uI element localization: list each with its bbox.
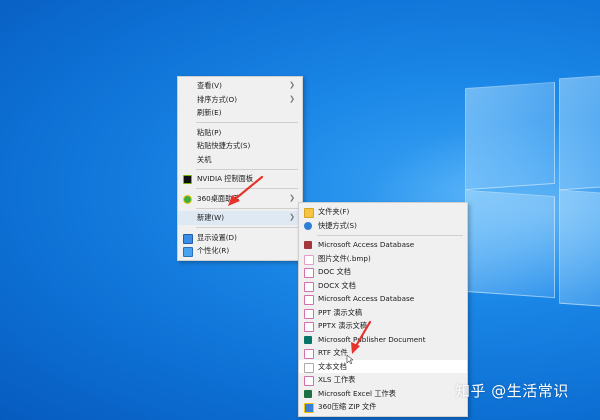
logo-pane-top-left: [465, 81, 555, 191]
submenu-item-label: Microsoft Access Database: [318, 294, 415, 303]
menu-item-360-desktop[interactable]: 360桌面助手 ❯: [178, 192, 302, 206]
publisher-icon: [304, 335, 312, 344]
new-submenu: 文件夹(F) 快捷方式(S) Microsoft Access Database…: [298, 202, 468, 417]
submenu-item-label: DOCX 文档: [318, 280, 356, 290]
menu-item-label: NVIDIA 控制面板: [197, 174, 254, 183]
submenu-item-label: 图片文件(.bmp): [318, 253, 371, 263]
submenu-item-label: DOC 文档: [318, 267, 351, 276]
submenu-item-label: RTF 文件: [318, 348, 348, 357]
menu-separator: [196, 168, 298, 170]
submenu-item-label: 文件夹(F): [318, 207, 350, 216]
submenu-item-doc[interactable]: DOC 文档: [299, 265, 467, 279]
submenu-item-folder[interactable]: 文件夹(F): [299, 205, 467, 219]
display-icon: [183, 233, 193, 244]
menu-separator: [317, 234, 463, 236]
menu-item-paste-shortcut[interactable]: 粘贴快捷方式(S): [178, 139, 302, 153]
menu-item-label: 刷新(E): [197, 108, 222, 117]
xls-file-icon: [304, 376, 314, 386]
shortcut-icon: [304, 221, 312, 230]
logo-pane-bottom-right: [559, 189, 600, 311]
folder-icon: [304, 208, 314, 218]
menu-item-label: 显示设置(D): [197, 232, 237, 242]
submenu-item-docx[interactable]: DOCX 文档: [299, 279, 467, 293]
menu-item-paste[interactable]: 粘贴(P): [178, 126, 302, 140]
ppt-file-icon: [304, 308, 314, 319]
360-icon: [183, 194, 192, 204]
menu-item-sort[interactable]: 排序方式(O) ❯: [178, 93, 302, 107]
menu-separator: [196, 207, 298, 209]
submenu-item-access-db[interactable]: Microsoft Access Database: [299, 238, 467, 252]
rtf-file-icon: [304, 349, 314, 359]
submenu-item-access-db-2[interactable]: Microsoft Access Database: [299, 292, 467, 306]
chevron-right-icon: ❯: [289, 213, 295, 221]
submenu-item-rtf[interactable]: RTF 文件: [299, 346, 467, 360]
submenu-item-bmp[interactable]: 图片文件(.bmp): [299, 252, 467, 266]
logo-pane-top-right: [559, 71, 600, 191]
menu-item-label: 个性化(R): [197, 246, 230, 255]
menu-item-label: 新建(W): [197, 213, 225, 222]
submenu-item-label: 360压缩 ZIP 文件: [318, 402, 377, 411]
personalize-icon: [183, 247, 193, 257]
doc-file-icon: [304, 268, 314, 278]
submenu-item-label: Microsoft Excel 工作表: [318, 388, 396, 398]
menu-item-label: 查看(V): [197, 81, 222, 90]
watermark: 知乎 @生活常识: [455, 382, 569, 400]
submenu-item-label: Microsoft Access Database: [318, 240, 415, 249]
pptx-file-icon: [304, 322, 314, 332]
menu-item-label: 粘贴快捷方式(S): [197, 141, 251, 150]
excel-icon: [304, 389, 312, 398]
submenu-item-label: 快捷方式(S): [318, 220, 357, 230]
submenu-item-label: 文本文档: [318, 361, 347, 371]
menu-item-label: 粘贴(P): [197, 127, 222, 137]
submenu-item-label: PPT 演示文稿: [318, 307, 363, 317]
submenu-item-zip[interactable]: 360压缩 ZIP 文件: [299, 400, 467, 414]
submenu-item-publisher[interactable]: Microsoft Publisher Document: [299, 333, 467, 347]
bmp-file-icon: [304, 254, 314, 265]
zip-file-icon: [304, 403, 314, 413]
submenu-item-excel[interactable]: Microsoft Excel 工作表: [299, 387, 467, 401]
logo-pane-bottom-left: [465, 189, 555, 299]
submenu-item-label: PPTX 演示文稿: [318, 321, 368, 330]
menu-item-view[interactable]: 查看(V) ❯: [178, 79, 302, 93]
access-file-icon: [304, 295, 314, 305]
menu-item-personalize[interactable]: 个性化(R): [178, 244, 302, 258]
chevron-right-icon: ❯: [289, 94, 295, 103]
menu-item-label: 关机: [197, 154, 212, 164]
submenu-item-text-document[interactable]: 文本文档: [299, 359, 467, 373]
nvidia-icon: [183, 175, 192, 184]
text-file-icon: [304, 362, 314, 373]
menu-separator: [196, 122, 298, 123]
menu-item-refresh[interactable]: 刷新(E): [178, 106, 302, 120]
menu-item-label: 排序方式(O): [197, 94, 238, 104]
submenu-item-label: XLS 工作表: [318, 375, 356, 384]
menu-separator: [196, 227, 298, 228]
menu-item-shutdown[interactable]: 关机: [178, 153, 302, 167]
submenu-item-xls[interactable]: XLS 工作表: [299, 373, 467, 387]
submenu-item-ppt[interactable]: PPT 演示文稿: [299, 306, 467, 320]
chevron-right-icon: ❯: [289, 193, 295, 202]
submenu-item-pptx[interactable]: PPTX 演示文稿: [299, 319, 467, 333]
submenu-item-label: Microsoft Publisher Document: [318, 334, 426, 344]
access-icon: [304, 241, 312, 249]
chevron-right-icon: ❯: [289, 81, 295, 89]
windows-logo: [455, 55, 600, 335]
submenu-item-shortcut[interactable]: 快捷方式(S): [299, 219, 467, 233]
docx-file-icon: [304, 281, 314, 292]
desktop-context-menu: 查看(V) ❯ 排序方式(O) ❯ 刷新(E) 粘贴(P) 粘贴快捷方式(S) …: [177, 76, 303, 261]
menu-separator: [196, 188, 298, 189]
menu-item-nvidia[interactable]: NVIDIA 控制面板: [178, 172, 302, 186]
menu-item-new[interactable]: 新建(W) ❯: [178, 211, 302, 225]
menu-item-label: 360桌面助手: [197, 193, 240, 203]
menu-item-display-settings[interactable]: 显示设置(D): [178, 231, 302, 245]
